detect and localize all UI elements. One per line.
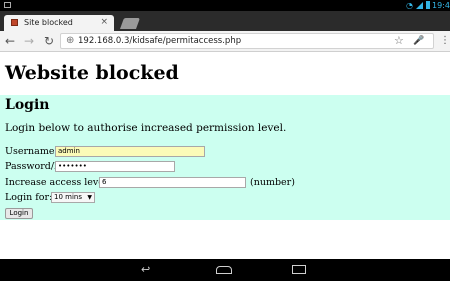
url-text[interactable]: 192.168.0.3/kidsafe/permitaccess.php [78, 35, 241, 47]
chevron-down-icon: ▼ [87, 194, 92, 201]
star-icon[interactable]: ☆ [394, 34, 404, 47]
close-icon[interactable]: × [100, 17, 108, 28]
password-field[interactable]: ••••••• [55, 161, 175, 172]
username-label: Username: [5, 146, 58, 157]
notification-icon [4, 2, 11, 8]
globe-icon: ⊕ [66, 35, 75, 46]
login-button[interactable]: Login [5, 208, 33, 219]
microphone-icon[interactable]: 🎤 [413, 35, 424, 47]
login-panel: Login Login below to authorise increased… [0, 95, 450, 220]
page-title: Website blocked [5, 62, 179, 84]
battery-icon [426, 1, 430, 9]
address-bar[interactable]: ⊕ 192.168.0.3/kidsafe/permitaccess.php ☆… [60, 33, 434, 49]
browser-toolbar: ← → ↻ ⊕ 192.168.0.3/kidsafe/permitaccess… [0, 31, 450, 52]
access-level-hint: (number) [250, 177, 295, 188]
tab-strip: Site blocked × [0, 11, 450, 31]
access-level-label: Increase access level [5, 177, 107, 188]
login-duration-select[interactable]: 10 mins ▼ [51, 192, 95, 203]
login-duration-label: Login for: [5, 192, 53, 203]
menu-icon[interactable]: ⋮ [440, 35, 450, 47]
forward-arrow-icon[interactable]: → [24, 34, 34, 48]
recent-apps-icon[interactable] [292, 265, 306, 274]
login-intro: Login below to authorise increased permi… [5, 122, 287, 134]
tab-site-blocked[interactable]: Site blocked × [4, 15, 114, 31]
back-arrow-icon[interactable]: ← [5, 34, 15, 48]
login-heading: Login [5, 97, 50, 113]
system-nav-bar: ↩ [0, 259, 450, 281]
signal-icon [416, 2, 423, 9]
new-tab-button[interactable] [119, 18, 141, 29]
clock: 19:45 [432, 1, 450, 10]
status-bar: ◔ 19:45 [0, 0, 450, 11]
username-field[interactable]: admin [55, 146, 205, 157]
reload-icon[interactable]: ↻ [44, 34, 54, 48]
home-icon[interactable] [216, 266, 232, 274]
back-icon[interactable]: ↩ [141, 263, 150, 276]
wifi-icon: ◔ [406, 1, 413, 10]
web-page: Website blocked Login Login below to aut… [0, 52, 450, 259]
favicon-icon [11, 19, 18, 26]
tab-title: Site blocked [24, 18, 73, 27]
login-duration-value: 10 mins [54, 193, 82, 201]
access-level-field[interactable]: 6 [99, 177, 246, 188]
